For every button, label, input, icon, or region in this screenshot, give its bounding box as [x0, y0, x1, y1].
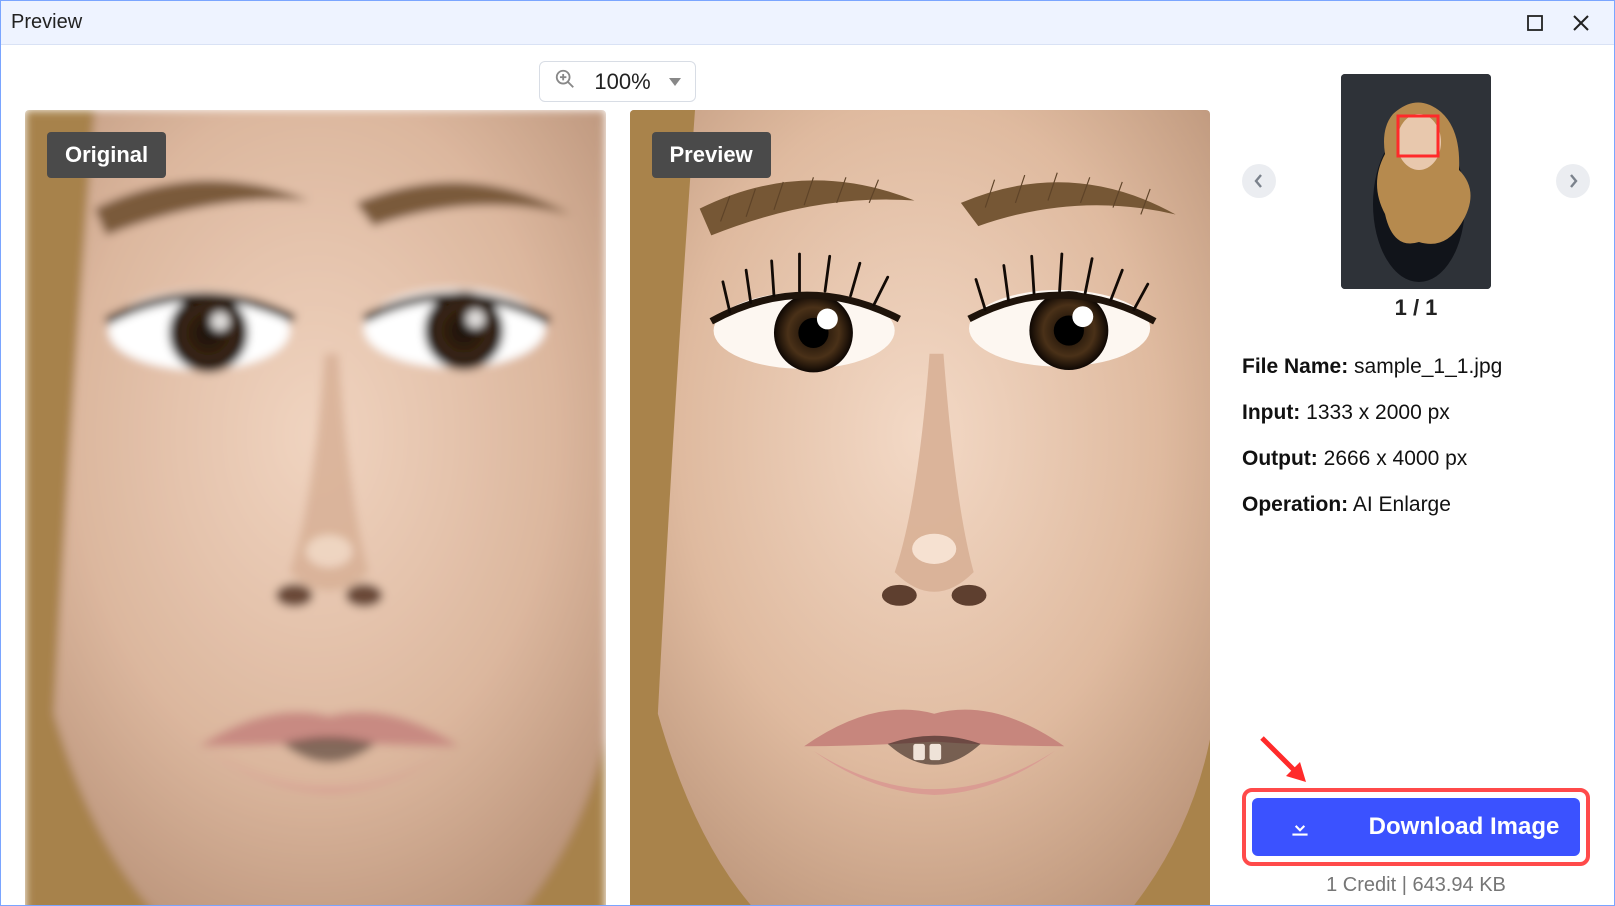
prev-image-button[interactable] — [1242, 164, 1276, 198]
operation-value: AI Enlarge — [1353, 493, 1451, 516]
original-image: Original — [25, 110, 606, 905]
thumbnail-image[interactable] — [1341, 74, 1491, 289]
zoom-value: 100% — [594, 69, 650, 95]
preview-label: Preview — [652, 132, 771, 178]
output-value: 2666 x 4000 px — [1324, 447, 1468, 470]
chevron-left-icon — [1252, 174, 1266, 188]
download-icon — [1287, 814, 1313, 840]
filename-label: File Name: — [1242, 355, 1348, 378]
chevron-right-icon — [1566, 174, 1580, 188]
thumbnail-carousel — [1242, 61, 1590, 301]
download-label: Download Image — [1369, 813, 1560, 841]
original-label: Original — [47, 132, 166, 178]
next-image-button[interactable] — [1556, 164, 1590, 198]
input-value: 1333 x 2000 px — [1306, 401, 1450, 424]
download-highlight-box: Download Image — [1242, 788, 1590, 866]
filename-value: sample_1_1.jpg — [1354, 355, 1502, 378]
close-icon — [1572, 14, 1590, 32]
output-label: Output: — [1242, 447, 1318, 470]
zoom-in-icon — [554, 68, 576, 95]
close-button[interactable] — [1558, 1, 1604, 45]
maximize-icon — [1526, 14, 1544, 32]
download-button[interactable]: Download Image — [1252, 798, 1580, 856]
side-panel: 1 / 1 File Name: sample_1_1.jpg Input: 1… — [1234, 45, 1614, 905]
credit-text: 1 Credit | 643.94 KB — [1242, 874, 1590, 897]
window-title: Preview — [11, 11, 82, 34]
metadata-block: File Name: sample_1_1.jpg Input: 1333 x … — [1242, 355, 1590, 539]
input-label: Input: — [1242, 401, 1300, 424]
titlebar: Preview — [1, 1, 1614, 45]
preview-window: Preview 100% — [0, 0, 1615, 906]
operation-label: Operation: — [1242, 493, 1348, 516]
main-panel: 100% — [1, 45, 1234, 905]
annotation-arrow-icon — [1256, 732, 1316, 792]
preview-image: Preview — [630, 110, 1211, 905]
chevron-down-icon — [669, 78, 681, 86]
maximize-button[interactable] — [1512, 1, 1558, 45]
zoom-control[interactable]: 100% — [539, 61, 695, 102]
